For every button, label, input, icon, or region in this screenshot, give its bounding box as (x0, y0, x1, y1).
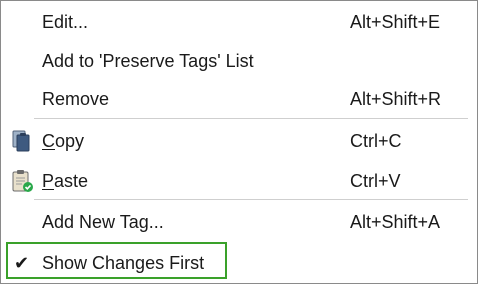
menu-item-label: Edit... (42, 12, 89, 32)
menu-item-label: Remove (42, 89, 110, 109)
menu-separator (34, 118, 468, 119)
menu-item-shortcut: Ctrl+V (350, 171, 401, 191)
menu-item-edit[interactable]: Edit... Alt+Shift+E (1, 3, 477, 41)
checkmark-icon: ✔ (14, 253, 30, 273)
menu-item-label: Add New Tag... (42, 212, 164, 232)
menu-item-label-rest: opy (55, 131, 85, 151)
menu-item-add-to-preserve-tags[interactable]: Add to 'Preserve Tags' List (1, 42, 477, 80)
menu-item-add-new-tag[interactable]: Add New Tag... Alt+Shift+A (1, 203, 477, 241)
menu-item-show-changes-first[interactable]: ✔ Show Changes First (1, 244, 477, 282)
clipboard-paste-icon (10, 169, 34, 193)
menu-item-label-rest: aste (54, 171, 89, 191)
menu-item-shortcut: Ctrl+C (350, 131, 402, 151)
menu-item-paste[interactable]: Paste Ctrl+V (1, 162, 477, 200)
clipboard-copy-icon (10, 129, 34, 153)
menu-item-shortcut: Alt+Shift+A (350, 212, 441, 232)
menu-separator (34, 199, 468, 200)
menu-item-label: Show Changes First (42, 253, 205, 273)
menu-item-label: Add to 'Preserve Tags' List (42, 51, 254, 71)
menu-item-label: Copy (42, 132, 84, 150)
menu-item-copy[interactable]: Copy Ctrl+C (1, 122, 477, 160)
menu-item-label: Paste (42, 172, 88, 190)
menu-item-shortcut: Alt+Shift+E (350, 12, 441, 32)
menu-item-accelerator: C (42, 131, 55, 151)
context-menu: Edit... Alt+Shift+E Add to 'Preserve Tag… (0, 0, 478, 284)
menu-item-remove[interactable]: Remove Alt+Shift+R (1, 80, 477, 118)
menu-item-shortcut: Alt+Shift+R (350, 89, 442, 109)
menu-item-accelerator: P (42, 171, 55, 191)
